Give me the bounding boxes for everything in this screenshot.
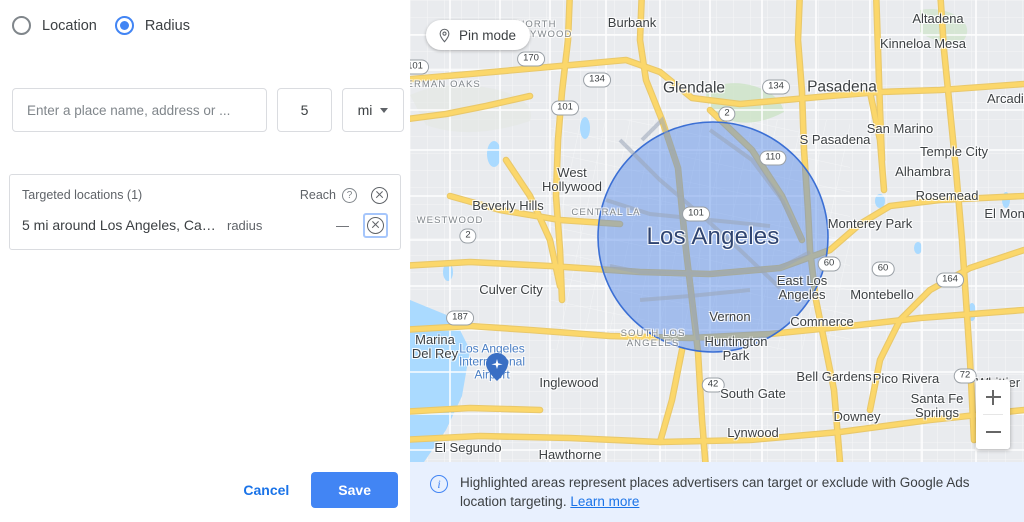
- location-targeting-dialog: Location Radius Enter a place name, addr…: [0, 0, 1024, 522]
- radio-indicator-radius[interactable]: [114, 16, 134, 35]
- radius-unit-text: mi: [357, 102, 373, 118]
- chevron-down-icon: [380, 107, 389, 113]
- targeted-locations-header: Targeted locations (1) Reach ?: [22, 185, 388, 205]
- place-search-input[interactable]: Enter a place name, address or ...: [12, 88, 267, 132]
- targeted-locations-card: Targeted locations (1) Reach ? 5 mi arou…: [9, 174, 401, 250]
- google-map-canvas[interactable]: 1011701345134210210101211021011010101071…: [410, 0, 1024, 462]
- dialog-actions: Cancel Save: [231, 472, 398, 508]
- targeted-location-reach: —: [336, 217, 349, 233]
- info-banner-message: Highlighted areas represent places adver…: [460, 475, 970, 510]
- radio-option-location[interactable]: Location: [12, 16, 97, 35]
- cancel-button[interactable]: Cancel: [231, 473, 301, 507]
- minus-icon: [985, 431, 1001, 433]
- targeting-settings-panel: Location Radius Enter a place name, addr…: [0, 0, 410, 522]
- map-zoom-controls: [976, 380, 1010, 449]
- radius-value-input[interactable]: 5: [277, 88, 332, 132]
- info-banner-text: Highlighted areas represent places adver…: [460, 473, 1005, 511]
- radio-indicator-location[interactable]: [12, 16, 31, 35]
- targeted-location-type: radius: [227, 217, 263, 233]
- learn-more-link[interactable]: Learn more: [570, 494, 639, 509]
- targeted-locations-title: Targeted locations (1): [22, 188, 143, 202]
- radius-unit-select[interactable]: mi: [342, 88, 404, 132]
- help-icon[interactable]: ?: [342, 187, 357, 203]
- targeting-mode-radio-group: Location Radius: [12, 16, 208, 35]
- pin-mode-button[interactable]: Pin mode: [426, 20, 531, 50]
- radio-label-location: Location: [42, 17, 97, 34]
- radius-inputs-row: Enter a place name, address or ... 5 mi: [12, 88, 404, 132]
- targeted-location-name: 5 mi around Los Angeles, Calif...: [22, 217, 218, 233]
- table-row: 5 mi around Los Angeles, Calif... radius…: [22, 212, 388, 238]
- zoom-in-button[interactable]: [976, 380, 1010, 414]
- info-icon: i: [430, 475, 448, 493]
- zoom-out-button[interactable]: [976, 415, 1010, 449]
- save-button[interactable]: Save: [311, 472, 398, 508]
- plus-icon-vertical: [992, 389, 994, 405]
- map-pane[interactable]: 1011701345134210210101211021011010101071…: [410, 0, 1024, 522]
- remove-all-locations-icon[interactable]: [371, 186, 388, 204]
- place-search-placeholder: Enter a place name, address or ...: [27, 102, 231, 118]
- map-info-banner: i Highlighted areas represent places adv…: [410, 462, 1024, 522]
- radio-option-radius[interactable]: Radius: [114, 16, 190, 35]
- close-circle-icon: [367, 216, 384, 234]
- remove-location-button[interactable]: [363, 212, 388, 238]
- place-pin-icon: [439, 28, 450, 43]
- map-vector-layer: [410, 0, 1024, 462]
- airport-marker-icon: [486, 353, 508, 386]
- reach-column-label: Reach: [299, 188, 336, 202]
- pin-mode-label: Pin mode: [459, 27, 517, 43]
- radius-value-text: 5: [300, 102, 309, 118]
- radio-label-radius: Radius: [144, 17, 190, 34]
